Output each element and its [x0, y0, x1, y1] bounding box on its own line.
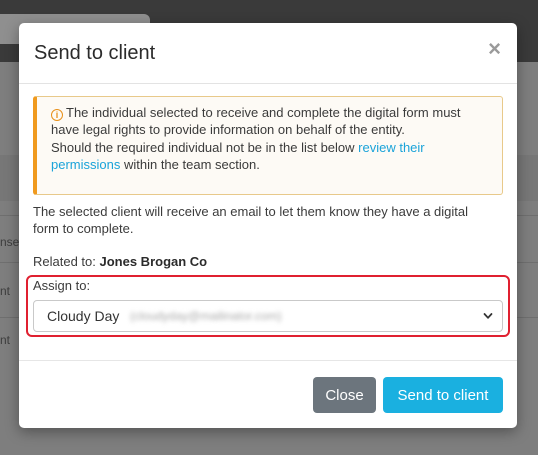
- alert-text-suffix: within the team section.: [120, 156, 260, 172]
- alert-text: The individual selected to receive and c…: [51, 105, 461, 138]
- background-text-fragment: nt: [0, 284, 11, 298]
- alert-text-prefix: Should the required individual not be in…: [51, 139, 359, 155]
- background-text-fragment: nt: [0, 333, 11, 347]
- info-text: The selected client will receive an emai…: [33, 204, 468, 237]
- modal-title: Send to client: [34, 42, 156, 64]
- send-to-client-modal: Send to client × i The individual selecte…: [19, 23, 517, 428]
- assign-label: Assign to:: [33, 278, 91, 293]
- warning-alert: i The individual selected to receive and …: [33, 96, 503, 195]
- close-button[interactable]: Close: [313, 377, 376, 413]
- send-to-client-button[interactable]: Send to client: [383, 377, 503, 413]
- close-icon[interactable]: ×: [488, 38, 501, 60]
- info-icon: i: [51, 109, 63, 121]
- footer-divider: [19, 360, 517, 361]
- related-to: Related to: Jones Brogan Co: [33, 254, 207, 269]
- assign-to-select[interactable]: Cloudy Day (cloudyday@mailinator.com): [33, 300, 503, 332]
- selected-client-email: (cloudyday@mailinator.com): [130, 309, 282, 323]
- related-label: Related to:: [33, 254, 100, 269]
- selected-client-name: Cloudy Day: [47, 308, 120, 324]
- related-value: Jones Brogan Co: [99, 254, 208, 269]
- modal-header: Send to client ×: [19, 23, 517, 84]
- chevron-down-icon: [483, 313, 493, 319]
